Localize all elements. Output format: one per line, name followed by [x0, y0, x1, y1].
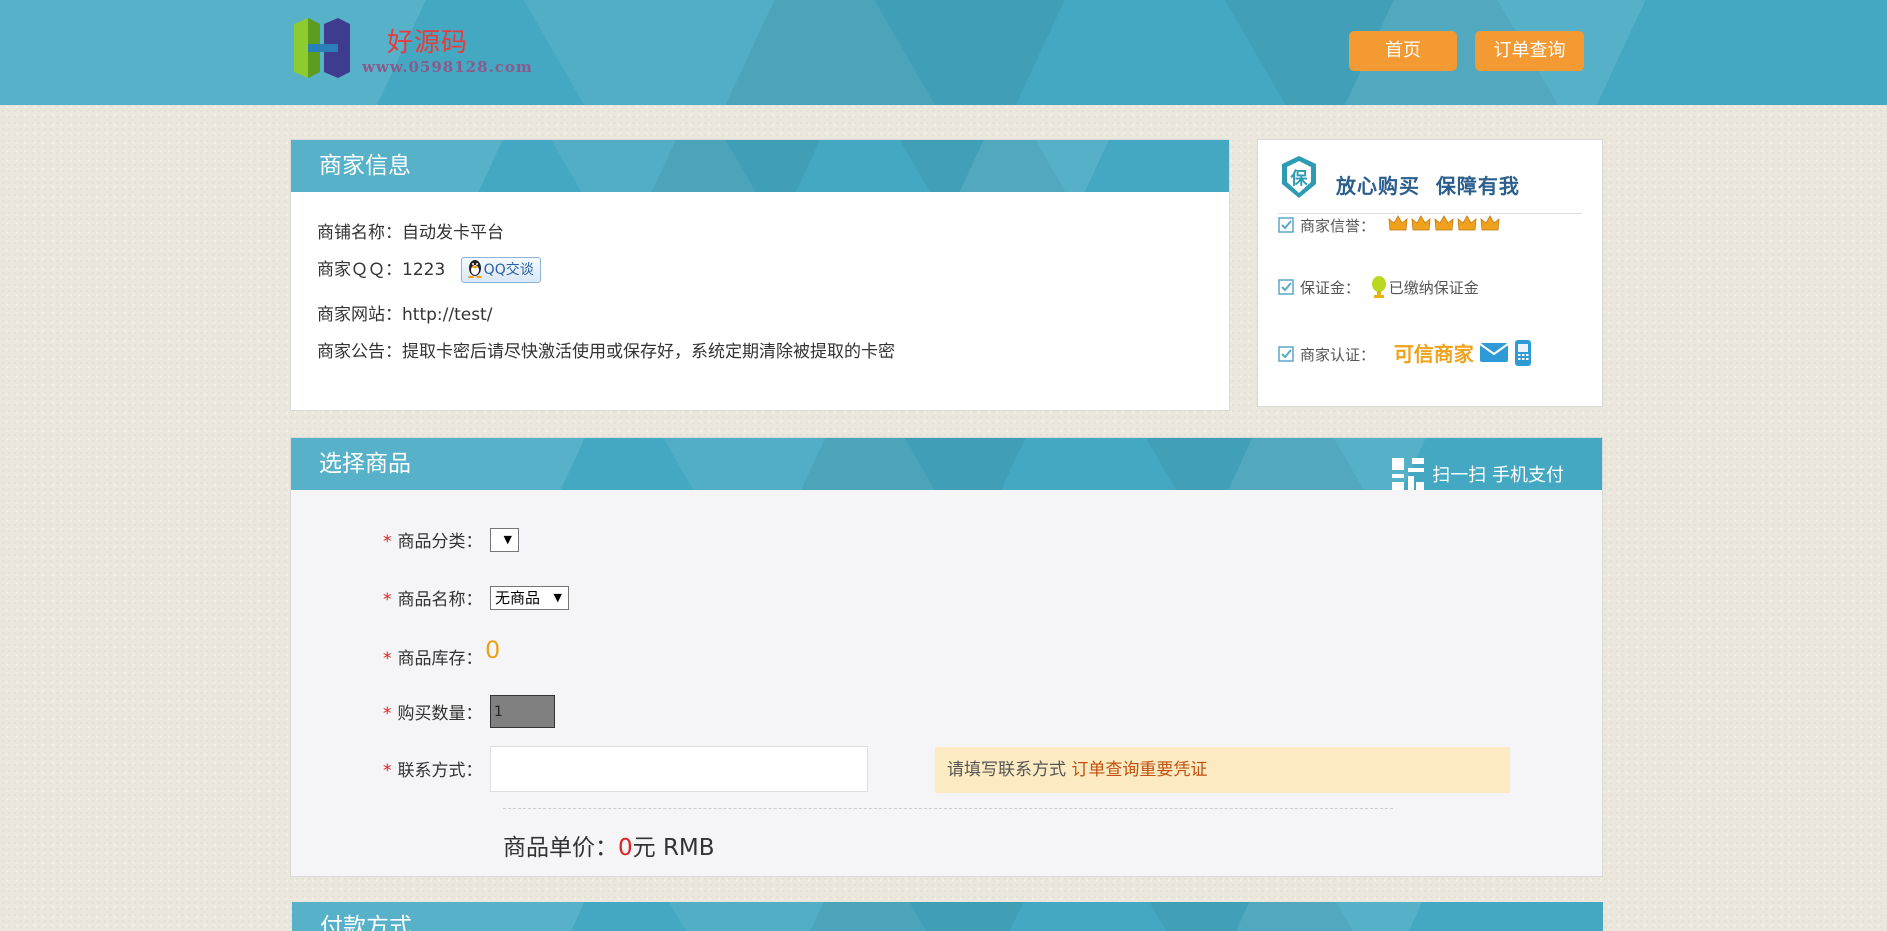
guarantee-header: 保 放心购买 保障有我: [1278, 152, 1582, 214]
qq-number: 1223: [402, 260, 446, 280]
select-goods-title-text: 选择商品: [319, 451, 411, 477]
contact-input[interactable]: [490, 746, 868, 792]
qq-chat-label: QQ交谈: [483, 262, 534, 278]
qq-row: 商家ＱＱ：1223 QQ交谈: [317, 255, 541, 283]
payment-title: 付款方式: [292, 902, 1603, 931]
logo-mark: [294, 18, 350, 78]
unit-price: 商品单价：0元 RMB: [503, 828, 715, 862]
website-label: 商家网站：: [317, 305, 402, 325]
guarantee-panel: 保 放心购买 保障有我 商家信誉： 保证金： 已缴纳保证金 商家认证： 可信商家: [1257, 139, 1603, 407]
certify-value: 可信商家: [1393, 342, 1474, 366]
mail-icon: [1478, 343, 1509, 362]
qq-label: 商家ＱＱ：: [317, 260, 402, 280]
quantity-label: * 购买数量：: [383, 704, 483, 724]
contact-tip-text: 请填写联系方式: [947, 760, 1072, 780]
trophy-icon: [1371, 276, 1386, 298]
payment-panel: 付款方式: [292, 902, 1603, 931]
stock-value: 0: [485, 636, 501, 664]
logo-text: 好源码: [387, 28, 469, 58]
scan-pay-label: 扫一扫 手机支付: [1432, 465, 1564, 486]
dropdown-arrow-icon: ▼: [553, 591, 562, 604]
shield-badge-icon: 保: [1282, 156, 1316, 198]
product-name-label: * 商品名称：: [383, 590, 483, 610]
select-goods-title: 选择商品 扫一扫 手机支付: [291, 438, 1602, 490]
category-label: * 商品分类：: [383, 532, 483, 552]
select-goods-panel: 选择商品 扫一扫 手机支付 * 商品分类： ▼ * 商品名称： 无商品 ▼ * 商品库…: [290, 437, 1603, 877]
shield-badge-text: 保: [1290, 168, 1309, 189]
unit-price-label: 商品单价：: [503, 835, 618, 861]
deposit-row: 保证金： 已缴纳保证金: [1278, 275, 1479, 299]
phone-icon: [1515, 340, 1532, 366]
merchant-info-title: 商家信息: [291, 140, 1229, 192]
check-icon: [1278, 279, 1294, 295]
qq-chat-button[interactable]: QQ交谈: [460, 257, 541, 283]
site-logo[interactable]: 好源码 www.0598128.com: [294, 18, 554, 80]
shop-name-label: 商铺名称：: [317, 223, 402, 243]
website-row: 商家网站：http://test/: [317, 300, 492, 325]
check-icon: [1278, 217, 1294, 233]
certify-label: 商家认证：: [1300, 346, 1376, 364]
qr-code-icon: [1392, 458, 1425, 490]
crown-icon: [1388, 215, 1500, 231]
website-link[interactable]: http://test/: [402, 305, 492, 325]
category-select[interactable]: ▼: [490, 528, 519, 552]
product-name-value: 无商品: [495, 589, 541, 607]
order-query-button[interactable]: 订单查询: [1475, 31, 1584, 71]
guarantee-title: 放心购买 保障有我: [1336, 174, 1520, 198]
contact-tip: 请填写联系方式 订单查询重要凭证: [935, 747, 1510, 793]
notice-row: 商家公告：提取卡密后请尽快激活使用或保存好，系统定期清除被提取的卡密: [317, 337, 895, 362]
home-button[interactable]: 首页: [1349, 31, 1457, 71]
quantity-input[interactable]: 1: [490, 695, 555, 728]
scan-pay[interactable]: 扫一扫 手机支付: [1392, 450, 1564, 502]
shop-name: 自动发卡平台: [402, 223, 504, 243]
product-name-select[interactable]: 无商品 ▼: [490, 586, 569, 610]
crowns: [1388, 214, 1500, 238]
unit-price-unit: 元 RMB: [632, 835, 715, 861]
site-header: 好源码 www.0598128.com 首页 订单查询: [0, 0, 1887, 105]
logo-url: www.0598128.com: [362, 58, 533, 76]
deposit-label: 保证金：: [1300, 279, 1361, 297]
notice-label: 商家公告：: [317, 342, 402, 362]
contact-label: * 联系方式：: [383, 761, 483, 781]
deposit-value: 已缴纳保证金: [1388, 279, 1479, 297]
contact-tip-highlight: 订单查询重要凭证: [1071, 760, 1208, 780]
certify-row: 商家认证： 可信商家: [1278, 338, 1533, 367]
merchant-info-panel: 商家信息 商铺名称：自动发卡平台 商家ＱＱ：1223 QQ交谈 商家网站：htt…: [290, 139, 1230, 411]
unit-price-value: 0: [618, 835, 633, 861]
notice-text: 提取卡密后请尽快激活使用或保存好，系统定期清除被提取的卡密: [402, 342, 895, 362]
reputation-label: 商家信誉：: [1300, 217, 1376, 235]
dropdown-arrow-icon: ▼: [503, 533, 512, 546]
stock-label: * 商品库存：: [383, 649, 483, 669]
check-icon: [1278, 346, 1294, 362]
reputation-row: 商家信誉：: [1278, 214, 1500, 238]
penguin-icon: [467, 260, 482, 278]
shop-name-row: 商铺名称：自动发卡平台: [317, 218, 504, 243]
divider: [503, 808, 1393, 809]
